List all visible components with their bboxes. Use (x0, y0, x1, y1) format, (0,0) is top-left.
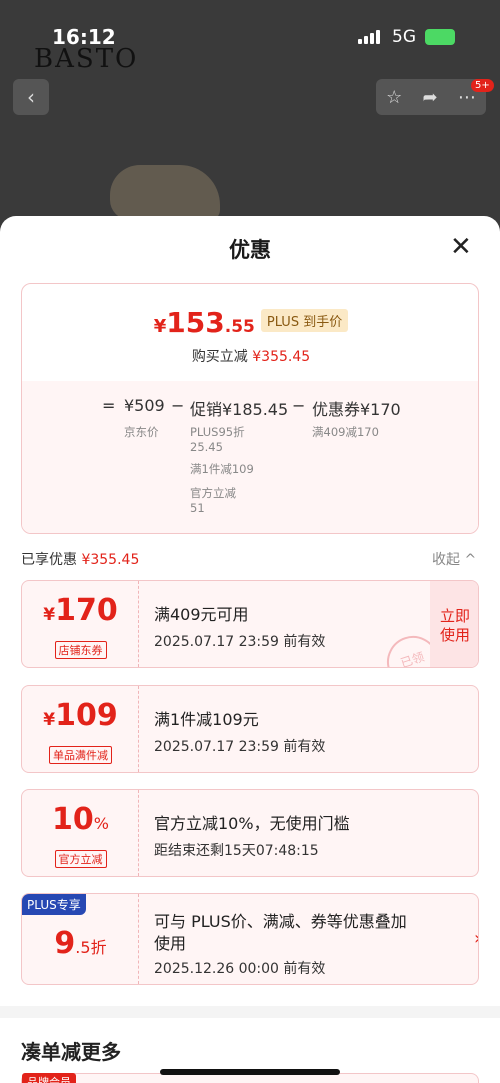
coupon-condition: 可与 PLUS价、满减、券等优惠叠加 (154, 912, 407, 931)
coupon-type-tag: 单品满件减 (49, 746, 112, 764)
coupon-card-quantity: ¥109 单品满件减 满1件减109元 2025.07.17 23:59 前有效 (21, 685, 479, 773)
purchase-reduction: 购买立减 ¥355.45 (191, 349, 311, 365)
coupon-amount-value: 9.5折 (54, 926, 107, 961)
message-badge: 5+ (471, 79, 494, 92)
coupon-type-tag: 官方立减 (54, 850, 107, 868)
promo-note-5: 51 (190, 501, 205, 515)
product-image (110, 165, 220, 220)
network-label: 5G (392, 27, 416, 47)
coupon-type-tag: 店铺东券 (54, 641, 107, 659)
coupon-condition: 满409元可用 (154, 605, 249, 624)
promo-note-4: 官方立减 (190, 486, 236, 500)
coupon-amount-value: ¥109 (43, 698, 118, 733)
coupon-card-official: 10% 官方立减 官方立减10%，无使用门槛 距结束还剩15天07:48:15 (21, 789, 479, 877)
coupon-card-plus[interactable]: PLUS专享 9.5折 可与 PLUS价、满减、券等优惠叠加 使用 2025.1… (21, 893, 479, 985)
coupon-condition-cont: 使用 (154, 934, 187, 953)
discount-sheet: 优惠 ✕ ¥153.55 PLUS 到手价 购买立减 ¥355.45 = ¥509… (0, 216, 500, 1083)
jd-price: ¥509 (124, 396, 165, 415)
final-price-line: ¥153.55 PLUS 到手价 (22, 306, 478, 339)
coupon-condition: 满1件减109元 (154, 710, 259, 729)
coupon-amount-value: 10% (52, 802, 109, 837)
sheet-title: 优惠 (229, 238, 271, 262)
close-icon[interactable]: ✕ (450, 234, 472, 260)
plus-exclusive-tag: PLUS专享 (22, 894, 86, 915)
coupon-note: 满409减170 (312, 425, 379, 439)
promo-note-1: PLUS95折 (190, 425, 245, 439)
more-deals-title: 凑单减更多 (21, 1040, 121, 1064)
jd-price-label: 京东价 (124, 425, 159, 439)
coupon-expiry: 2025.07.17 23:59 前有效 (154, 634, 326, 650)
brand-logo: BASTO (34, 44, 139, 74)
formula-minus-1: − (171, 396, 185, 415)
chevron-left-icon: ‹ (27, 85, 35, 109)
plus-price-tag: PLUS 到手价 (260, 309, 349, 332)
coupon-amount-value: ¥170 (43, 593, 118, 628)
collapse-toggle[interactable]: 收起 ^ (432, 549, 476, 569)
price-summary-card: ¥153.55 PLUS 到手价 购买立减 ¥355.45 = ¥509 京东价 … (21, 283, 479, 534)
use-now-button[interactable]: 立即使用 (430, 581, 478, 667)
coupon-amount: 优惠券¥170 (312, 400, 401, 419)
battery-icon (425, 29, 455, 45)
coupon-card-store: ¥170 店铺东券 满409元可用 2025.07.17 23:59 前有效 已… (21, 580, 479, 668)
promo-note-2: 25.45 (190, 440, 223, 454)
formula-equals: = (102, 396, 116, 415)
coupon-condition: 官方立减10%，无使用门槛 (154, 814, 350, 833)
home-indicator (160, 1069, 340, 1075)
back-button[interactable]: ‹ (13, 79, 49, 115)
nav-actions: ☆ ➦ ⋯ (376, 79, 486, 115)
coupon-expiry: 2025.12.26 00:00 前有效 (154, 961, 326, 977)
final-price: ¥153.55 (153, 306, 255, 339)
brand-member-tag: 品牌会员 (22, 1073, 76, 1083)
coupon-expiry: 2025.07.17 23:59 前有效 (154, 739, 326, 755)
chevron-right-icon: › (474, 928, 478, 949)
coupon-countdown: 距结束还剩15天07:48:15 (154, 843, 319, 859)
promo-note-3: 满1件减109 (190, 462, 254, 476)
enjoyed-discount: 已享优惠 ¥355.45 (21, 552, 140, 568)
signal-icon (358, 30, 384, 44)
promo-amount: 促销¥185.45 (190, 400, 289, 419)
section-divider (0, 1006, 500, 1018)
formula-minus-2: − (292, 396, 306, 415)
share-icon[interactable]: ➦ (423, 87, 438, 108)
star-icon[interactable]: ☆ (386, 87, 402, 108)
